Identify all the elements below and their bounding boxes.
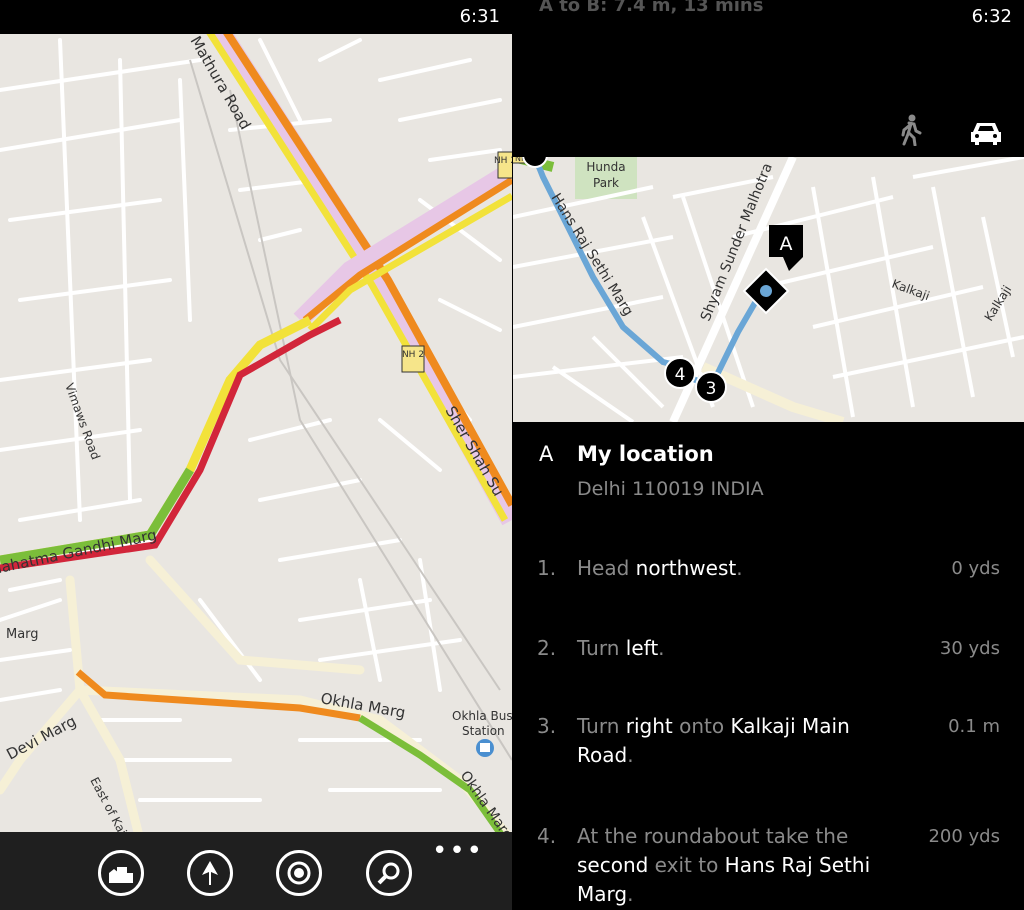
step-text: Head — [577, 556, 636, 580]
step-text: At the roundabout take the — [577, 824, 849, 848]
places-button[interactable] — [98, 850, 144, 896]
step-number: 3. — [537, 714, 557, 738]
traffic-map[interactable]: NH 2 NH 2 Mathura Road Sher Shah Su Vima… — [0, 0, 512, 910]
step-text: . — [627, 882, 634, 906]
step-number: 2. — [537, 636, 557, 660]
step-distance: 30 yds — [939, 638, 1000, 659]
step-instruction: Head northwest. — [577, 554, 897, 583]
me-button[interactable] — [276, 850, 322, 896]
walk-icon[interactable] — [897, 114, 923, 146]
right-phone-screen: A to B: 7.4 m, 13 mins 6:32 NH Hunda Par… — [513, 0, 1024, 910]
nh2-top-label: NH 2 — [494, 156, 512, 166]
directions-icon — [202, 861, 218, 885]
status-bar: 6:31 — [0, 0, 512, 34]
bus-station-icon[interactable] — [476, 739, 494, 757]
app-bar: ••• — [0, 832, 512, 910]
marker-3-label: 3 — [706, 379, 717, 399]
step-distance: 0 yds — [951, 558, 1000, 579]
me-icon — [287, 861, 311, 885]
step-3-marker[interactable]: 3 — [695, 371, 727, 403]
step-keyword: northwest — [635, 556, 737, 580]
step-distance: 0.1 m — [948, 716, 1000, 737]
nh2-mid-label: NH 2 — [402, 350, 424, 360]
search-icon — [377, 862, 400, 885]
step-text: Turn — [577, 636, 626, 660]
left-phone-screen: NH 2 NH 2 Mathura Road Sher Shah Su Vima… — [0, 0, 512, 910]
route-map[interactable]: NH Hunda Park Hans Raj Sethi Marg Shyam … — [513, 157, 1024, 422]
route-map-canvas: NH Hunda Park Hans Raj Sethi Marg Shyam … — [513, 157, 1024, 422]
marg-left-label: Marg — [6, 627, 39, 642]
places-icon — [109, 867, 133, 883]
step-text: . — [658, 636, 665, 660]
step-distance: 200 yds — [928, 826, 1000, 847]
step-text: Turn — [577, 714, 626, 738]
car-icon[interactable] — [969, 118, 1003, 146]
clock: 6:31 — [459, 6, 500, 27]
directions-button[interactable] — [187, 850, 233, 896]
directions-list: A My location Delhi 110019 INDIA 1. Head … — [513, 422, 1024, 910]
step-instruction: Turn left. — [577, 634, 897, 663]
pin-a-label: A — [780, 233, 793, 255]
location-letter: A — [539, 442, 554, 466]
step-keyword: second — [577, 853, 649, 877]
okhla-bus-label: Okhla Bus — [452, 709, 512, 723]
route-summary: A to B: 7.4 m, 13 mins — [539, 0, 764, 16]
hunda-label: Hunda — [586, 160, 625, 174]
search-button[interactable] — [366, 850, 412, 896]
step-number: 1. — [537, 556, 557, 580]
marker-4-label: 4 — [675, 365, 686, 385]
station-label: Station — [462, 724, 505, 738]
step-text: . — [627, 743, 634, 767]
directions-header: A to B: 7.4 m, 13 mins 6:32 — [513, 0, 1024, 157]
clock: 6:32 — [971, 6, 1012, 27]
step-4-marker[interactable]: 4 — [664, 357, 696, 389]
step-keyword: left — [625, 636, 659, 660]
step-text: exit to — [648, 853, 725, 877]
step-number: 4. — [537, 824, 557, 848]
step-text: . — [736, 556, 743, 580]
step-text: onto — [672, 714, 731, 738]
park-label: Park — [593, 176, 619, 190]
more-options-button[interactable]: ••• — [432, 836, 484, 866]
step-keyword: right — [625, 714, 673, 738]
step-instruction: Turn right onto Kalkaji Main Road. — [577, 712, 897, 770]
location-subtitle: Delhi 110019 INDIA — [577, 478, 764, 500]
location-title: My location — [577, 442, 714, 466]
step-instruction: At the roundabout take the second exit t… — [577, 822, 897, 909]
